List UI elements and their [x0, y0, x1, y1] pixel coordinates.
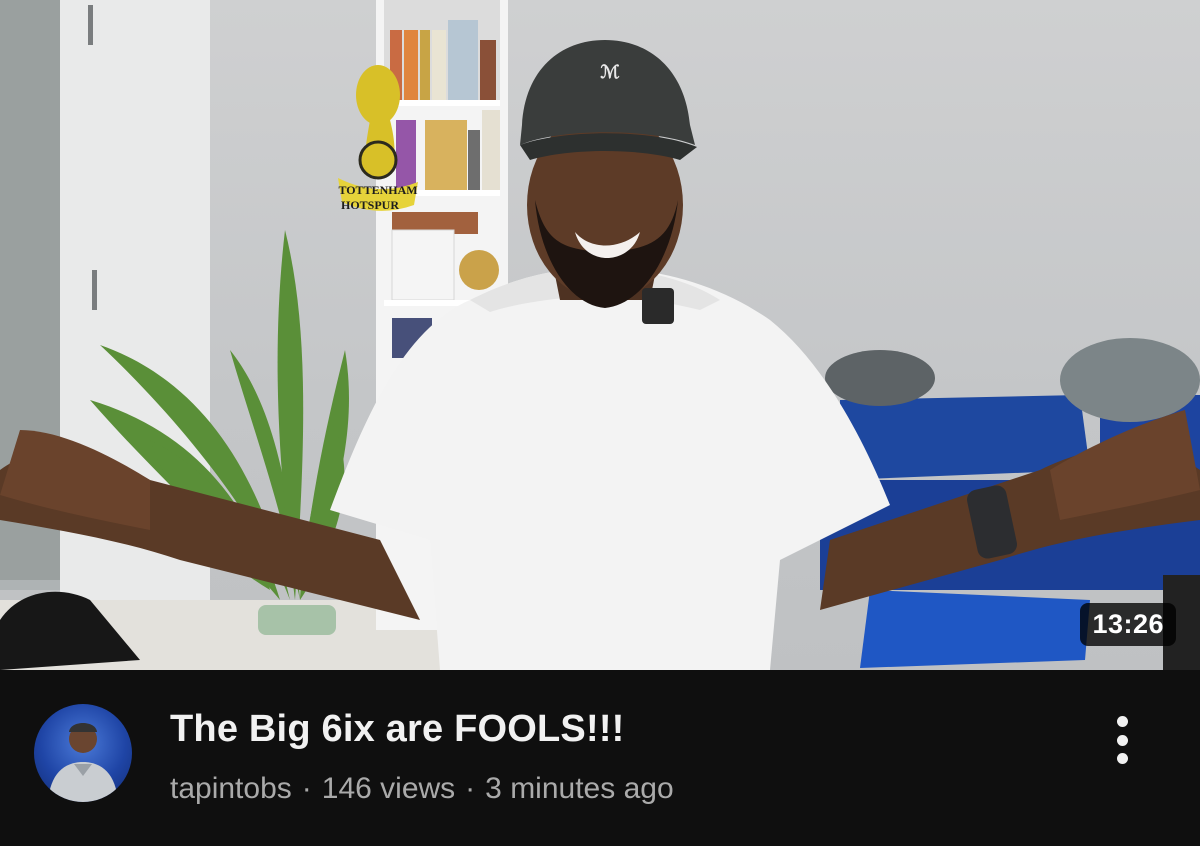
more-vert-icon[interactable] [1100, 712, 1144, 768]
view-count: 146 views [321, 772, 456, 805]
channel-avatar[interactable] [34, 704, 132, 802]
separator-dot: · [301, 772, 312, 805]
avatar-image [48, 723, 118, 802]
crest-text-line2: HOTSPUR [341, 198, 399, 212]
thumbnail-image: TOTTENHAM HOTSPUR ℳ [0, 0, 1200, 670]
duration-badge: 13:26 [1080, 603, 1176, 646]
channel-name[interactable]: tapintobs [170, 772, 292, 805]
separator-dot: · [465, 772, 476, 805]
crest-text-line1: TOTTENHAM [338, 183, 417, 197]
svg-text:ℳ: ℳ [600, 62, 620, 82]
video-thumbnail[interactable]: TOTTENHAM HOTSPUR ℳ 13:26 [0, 0, 1200, 670]
upload-age: 3 minutes ago [485, 772, 674, 805]
video-title[interactable]: The Big 6ix are FOOLS!!! [170, 708, 625, 751]
video-subtitle: tapintobs · 146 views · 3 minutes ago [170, 772, 674, 806]
video-metadata: The Big 6ix are FOOLS!!! tapintobs · 146 v… [0, 670, 1200, 846]
